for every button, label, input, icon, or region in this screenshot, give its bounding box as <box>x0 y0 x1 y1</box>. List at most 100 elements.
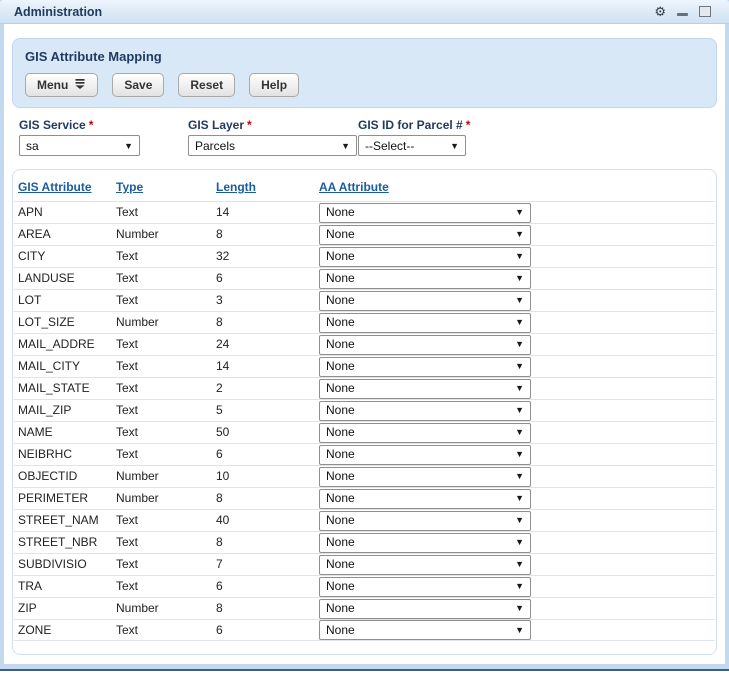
gis-service-value: sa <box>26 139 120 153</box>
aa-attribute-value: None <box>326 423 511 443</box>
chevron-down-icon: ▼ <box>515 467 524 487</box>
window-content: GIS Attribute Mapping Menu Save Reset He… <box>4 24 725 664</box>
aa-attribute-value: None <box>326 489 511 509</box>
aa-attribute-select[interactable]: None▼ <box>319 203 531 223</box>
chevron-down-icon: ▼ <box>515 313 524 333</box>
gis-layer-value: Parcels <box>195 139 337 153</box>
chevron-down-icon: ▼ <box>450 141 459 151</box>
window-controls: ⚙ <box>654 5 711 18</box>
aa-attribute-select[interactable]: None▼ <box>319 225 531 245</box>
type-cell: Text <box>116 400 216 421</box>
type-cell: Text <box>116 202 216 223</box>
table-row: APNText14None▼ <box>14 201 715 223</box>
aa-attribute-cell: None▼ <box>319 379 711 399</box>
table-header-row: GIS Attribute Type Length AA Attribute <box>14 170 715 201</box>
gis-attribute-cell: MAIL_STATE <box>18 378 116 399</box>
table-row: NEIBRHCText6None▼ <box>14 443 715 465</box>
aa-attribute-select[interactable]: None▼ <box>319 247 531 267</box>
column-header-type[interactable]: Type <box>116 180 216 201</box>
aa-attribute-value: None <box>326 599 511 619</box>
aa-attribute-select[interactable]: None▼ <box>319 511 531 531</box>
aa-attribute-select[interactable]: None▼ <box>319 269 531 289</box>
gis-attribute-cell: ZIP <box>18 598 116 619</box>
gis-id-select[interactable]: --Select-- ▼ <box>358 135 466 156</box>
column-header-length[interactable]: Length <box>216 180 319 201</box>
gis-attribute-cell: CITY <box>18 246 116 267</box>
aa-attribute-value: None <box>326 511 511 531</box>
chevron-down-icon: ▼ <box>515 577 524 597</box>
gis-attribute-cell: OBJECTID <box>18 466 116 487</box>
aa-attribute-select[interactable]: None▼ <box>319 555 531 575</box>
type-cell: Text <box>116 576 216 597</box>
chevron-down-icon: ▼ <box>515 269 524 289</box>
length-cell: 40 <box>216 510 319 531</box>
table-row: MAIL_STATEText2None▼ <box>14 377 715 399</box>
length-cell: 7 <box>216 554 319 575</box>
length-cell: 8 <box>216 224 319 245</box>
aa-attribute-select[interactable]: None▼ <box>319 357 531 377</box>
help-button[interactable]: Help <box>249 73 299 97</box>
type-cell: Number <box>116 488 216 509</box>
gis-layer-select[interactable]: Parcels ▼ <box>188 135 357 156</box>
menu-button[interactable]: Menu <box>25 73 98 97</box>
aa-attribute-select[interactable]: None▼ <box>319 335 531 355</box>
type-cell: Text <box>116 378 216 399</box>
aa-attribute-cell: None▼ <box>319 423 711 443</box>
toolbar-buttons: Menu Save Reset Help <box>25 73 704 97</box>
length-cell: 32 <box>216 246 319 267</box>
aa-attribute-select[interactable]: None▼ <box>319 533 531 553</box>
aa-attribute-value: None <box>326 555 511 575</box>
length-cell: 6 <box>216 268 319 289</box>
type-cell: Text <box>116 532 216 553</box>
table-rows: APNText14None▼AREANumber8None▼CITYText32… <box>14 201 715 641</box>
gis-attribute-cell: ZONE <box>18 620 116 641</box>
aa-attribute-select[interactable]: None▼ <box>319 620 531 640</box>
menu-dropdown-icon <box>74 78 86 92</box>
aa-attribute-value: None <box>326 313 511 333</box>
maximize-icon[interactable] <box>699 6 711 17</box>
aa-attribute-value: None <box>326 401 511 421</box>
save-button[interactable]: Save <box>112 73 164 97</box>
chevron-down-icon: ▼ <box>515 379 524 399</box>
gis-attribute-cell: LOT <box>18 290 116 311</box>
length-cell: 50 <box>216 422 319 443</box>
aa-attribute-cell: None▼ <box>319 511 711 531</box>
type-cell: Text <box>116 554 216 575</box>
aa-attribute-select[interactable]: None▼ <box>319 599 531 619</box>
table-row: STREET_NAMText40None▼ <box>14 509 715 531</box>
aa-attribute-select[interactable]: None▼ <box>319 291 531 311</box>
type-cell: Number <box>116 312 216 333</box>
table-row: STREET_NBRText8None▼ <box>14 531 715 553</box>
table-row: MAIL_ZIPText5None▼ <box>14 399 715 421</box>
chevron-down-icon: ▼ <box>515 247 524 267</box>
aa-attribute-select[interactable]: None▼ <box>319 467 531 487</box>
aa-attribute-select[interactable]: None▼ <box>319 445 531 465</box>
minimize-icon[interactable] <box>677 13 688 16</box>
reset-button[interactable]: Reset <box>178 73 235 97</box>
aa-attribute-select[interactable]: None▼ <box>319 313 531 333</box>
chevron-down-icon: ▼ <box>515 620 524 640</box>
type-cell: Text <box>116 356 216 377</box>
gis-attribute-cell: LANDUSE <box>18 268 116 289</box>
aa-attribute-select[interactable]: None▼ <box>319 401 531 421</box>
gis-layer-field: GIS Layer* Parcels ▼ <box>188 118 358 156</box>
column-header-aa-attribute[interactable]: AA Attribute <box>319 180 711 201</box>
chevron-down-icon: ▼ <box>515 291 524 311</box>
panel-title: GIS Attribute Mapping <box>25 49 704 64</box>
column-header-gis-attribute[interactable]: GIS Attribute <box>18 180 116 201</box>
length-cell: 8 <box>216 488 319 509</box>
gis-service-select[interactable]: sa ▼ <box>19 135 140 156</box>
aa-attribute-select[interactable]: None▼ <box>319 423 531 443</box>
chevron-down-icon: ▼ <box>515 203 524 223</box>
gear-icon[interactable]: ⚙ <box>654 5 666 18</box>
aa-attribute-select[interactable]: None▼ <box>319 379 531 399</box>
table-row: ZIPNumber8None▼ <box>14 597 715 619</box>
aa-attribute-cell: None▼ <box>319 445 711 465</box>
chevron-down-icon: ▼ <box>341 141 350 151</box>
aa-attribute-select[interactable]: None▼ <box>319 489 531 509</box>
gis-attribute-cell: APN <box>18 202 116 223</box>
aa-attribute-select[interactable]: None▼ <box>319 577 531 597</box>
table-row: MAIL_CITYText14None▼ <box>14 355 715 377</box>
chevron-down-icon: ▼ <box>515 357 524 377</box>
length-cell: 8 <box>216 598 319 619</box>
